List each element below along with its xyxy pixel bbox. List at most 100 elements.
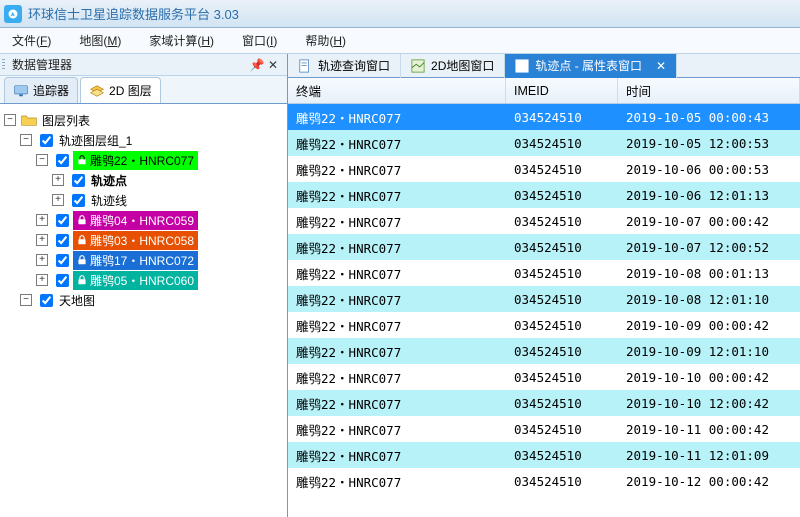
tree-row[interactable]: + 雕鸮17・HNRC072 — [4, 250, 283, 270]
layer-checkbox[interactable] — [56, 234, 69, 247]
tree-row[interactable]: +轨迹线 — [4, 190, 283, 210]
cell-time: 2019-10-05 12:00:53 — [618, 136, 800, 151]
cell-time: 2019-10-09 00:00:42 — [618, 318, 800, 333]
col-terminal[interactable]: 终端 — [288, 78, 506, 103]
tree-row[interactable]: + 雕鸮03・HNRC058 — [4, 230, 283, 250]
title-bar: 环球信士卫星追踪数据服务平台 3.03 — [0, 0, 800, 28]
cell-imeid: 034524510 — [506, 422, 618, 437]
tree-group-label: 轨迹图层组_1 — [57, 131, 134, 150]
tree-row[interactable]: + 轨迹点 — [4, 170, 283, 190]
layer-label: 雕鸮22・HNRC077 — [90, 152, 194, 169]
table-row[interactable]: 雕鸮22・HNRC077 034524510 2019-10-10 12:00:… — [288, 390, 800, 416]
right-tabs: 轨迹查询窗口 2D地图窗口 轨迹点 - 属性表窗口 ✕ — [288, 54, 800, 78]
cell-imeid: 034524510 — [506, 162, 618, 177]
table-row[interactable]: 雕鸮22・HNRC077 034524510 2019-10-07 12:00:… — [288, 234, 800, 260]
menu-map[interactable]: 地图(M) — [79, 32, 121, 49]
table-row[interactable]: 雕鸮22・HNRC077 034524510 2019-10-05 00:00:… — [288, 104, 800, 130]
cell-time: 2019-10-07 00:00:42 — [618, 214, 800, 229]
expand-icon[interactable]: + — [36, 234, 48, 246]
left-tabs: 追踪器 2D 图层 — [0, 76, 287, 104]
expand-icon[interactable]: + — [36, 214, 48, 226]
tab-track-query[interactable]: 轨迹查询窗口 — [288, 54, 401, 78]
tree-point-label: 轨迹点 — [89, 171, 129, 190]
table-row[interactable]: 雕鸮22・HNRC077 034524510 2019-10-06 00:00:… — [288, 156, 800, 182]
table-row[interactable]: 雕鸮22・HNRC077 034524510 2019-10-05 12:00:… — [288, 130, 800, 156]
cell-imeid: 034524510 — [506, 318, 618, 333]
expand-icon[interactable]: + — [36, 254, 48, 266]
expand-icon[interactable]: + — [36, 274, 48, 286]
layer-checkbox[interactable] — [40, 294, 53, 307]
left-panel-title: 数据管理器 — [12, 56, 249, 73]
tab-track-query-label: 轨迹查询窗口 — [318, 57, 390, 74]
table-row[interactable]: 雕鸮22・HNRC077 034524510 2019-10-12 00:00:… — [288, 468, 800, 494]
app-title: 环球信士卫星追踪数据服务平台 3.03 — [28, 4, 796, 23]
cell-terminal: 雕鸮22・HNRC077 — [288, 420, 506, 439]
table-row[interactable]: 雕鸮22・HNRC077 034524510 2019-10-09 12:01:… — [288, 338, 800, 364]
tab-attr-table[interactable]: 轨迹点 - 属性表窗口 ✕ — [505, 54, 677, 78]
col-time[interactable]: 时间 — [618, 78, 800, 103]
cell-terminal: 雕鸮22・HNRC077 — [288, 472, 506, 491]
table-row[interactable]: 雕鸮22・HNRC077 034524510 2019-10-11 12:01:… — [288, 442, 800, 468]
menu-file[interactable]: 文件(F) — [12, 32, 51, 49]
layer-checkbox[interactable] — [56, 254, 69, 267]
expand-icon[interactable]: + — [52, 174, 64, 186]
table-row[interactable]: 雕鸮22・HNRC077 034524510 2019-10-08 00:01:… — [288, 260, 800, 286]
table-row[interactable]: 雕鸮22・HNRC077 034524510 2019-10-06 12:01:… — [288, 182, 800, 208]
collapse-icon[interactable]: − — [20, 294, 32, 306]
cell-imeid: 034524510 — [506, 344, 618, 359]
table-row[interactable]: 雕鸮22・HNRC077 034524510 2019-10-08 12:01:… — [288, 286, 800, 312]
tree-row[interactable]: − 轨迹图层组_1 — [4, 130, 283, 150]
cell-terminal: 雕鸮22・HNRC077 — [288, 108, 506, 127]
tab-2d-map[interactable]: 2D地图窗口 — [401, 54, 505, 78]
cell-terminal: 雕鸮22・HNRC077 — [288, 160, 506, 179]
layer-checkbox[interactable] — [40, 134, 53, 147]
pin-icon[interactable]: 📌 — [249, 58, 265, 72]
table-row[interactable]: 雕鸮22・HNRC077 034524510 2019-10-09 00:00:… — [288, 312, 800, 338]
monitor-icon — [13, 84, 29, 98]
tree-row[interactable]: +雕鸮04・HNRC059 — [4, 210, 283, 230]
menu-window[interactable]: 窗口(I) — [242, 32, 277, 49]
table-row[interactable]: 雕鸮22・HNRC077 034524510 2019-10-07 00:00:… — [288, 208, 800, 234]
collapse-icon[interactable]: − — [4, 114, 16, 126]
col-imeid[interactable]: IMEID — [506, 78, 618, 103]
tree-row[interactable]: −图层列表 — [4, 110, 283, 130]
tree-row[interactable]: + 雕鸮05・HNRC060 — [4, 270, 283, 290]
table-row[interactable]: 雕鸮22・HNRC077 034524510 2019-10-11 00:00:… — [288, 416, 800, 442]
cell-imeid: 034524510 — [506, 448, 618, 463]
collapse-icon[interactable]: − — [36, 154, 48, 166]
map-icon — [411, 59, 425, 73]
table-icon — [515, 59, 529, 73]
layer-checkbox[interactable] — [56, 274, 69, 287]
right-panel: 轨迹查询窗口 2D地图窗口 轨迹点 - 属性表窗口 ✕ 终端 IMEID 时间 … — [288, 54, 800, 517]
layer-badge: 雕鸮05・HNRC060 — [73, 271, 198, 290]
table-header: 终端 IMEID 时间 — [288, 78, 800, 104]
grip-icon[interactable] — [2, 59, 5, 71]
tree-row[interactable]: −天地图 — [4, 290, 283, 310]
tab-close-icon[interactable]: ✕ — [656, 59, 666, 73]
tree-row[interactable]: − 雕鸮22・HNRC077 — [4, 150, 283, 170]
expand-icon[interactable]: + — [52, 194, 64, 206]
layer-checkbox[interactable] — [72, 174, 85, 187]
table-row[interactable]: 雕鸮22・HNRC077 034524510 2019-10-10 00:00:… — [288, 364, 800, 390]
layer-label: 雕鸮03・HNRC058 — [90, 232, 194, 249]
layer-badge: 雕鸮17・HNRC072 — [73, 251, 198, 270]
close-icon[interactable]: ✕ — [265, 58, 281, 72]
tab-2d-map-label: 2D地图窗口 — [431, 57, 494, 74]
collapse-icon[interactable]: − — [20, 134, 32, 146]
cell-time: 2019-10-05 00:00:43 — [618, 110, 800, 125]
left-panel-header: 数据管理器 📌 ✕ — [0, 54, 287, 76]
menu-help[interactable]: 帮助(H) — [305, 32, 346, 49]
layer-checkbox[interactable] — [72, 194, 85, 207]
layer-label: 雕鸮05・HNRC060 — [90, 272, 194, 289]
tab-2d-layer-label: 2D 图层 — [109, 82, 152, 99]
cell-terminal: 雕鸮22・HNRC077 — [288, 394, 506, 413]
layer-checkbox[interactable] — [56, 154, 69, 167]
left-panel: 数据管理器 📌 ✕ 追踪器 2D 图层 −图层列表−轨迹图层组_1−雕鸮22・H… — [0, 54, 288, 517]
menu-home[interactable]: 家域计算(H) — [149, 32, 214, 49]
cell-terminal: 雕鸮22・HNRC077 — [288, 264, 506, 283]
layer-checkbox[interactable] — [56, 214, 69, 227]
tab-tracker-label: 追踪器 — [33, 82, 69, 99]
tab-2d-layer[interactable]: 2D 图层 — [80, 77, 161, 103]
tab-tracker[interactable]: 追踪器 — [4, 77, 78, 103]
cell-terminal: 雕鸮22・HNRC077 — [288, 446, 506, 465]
